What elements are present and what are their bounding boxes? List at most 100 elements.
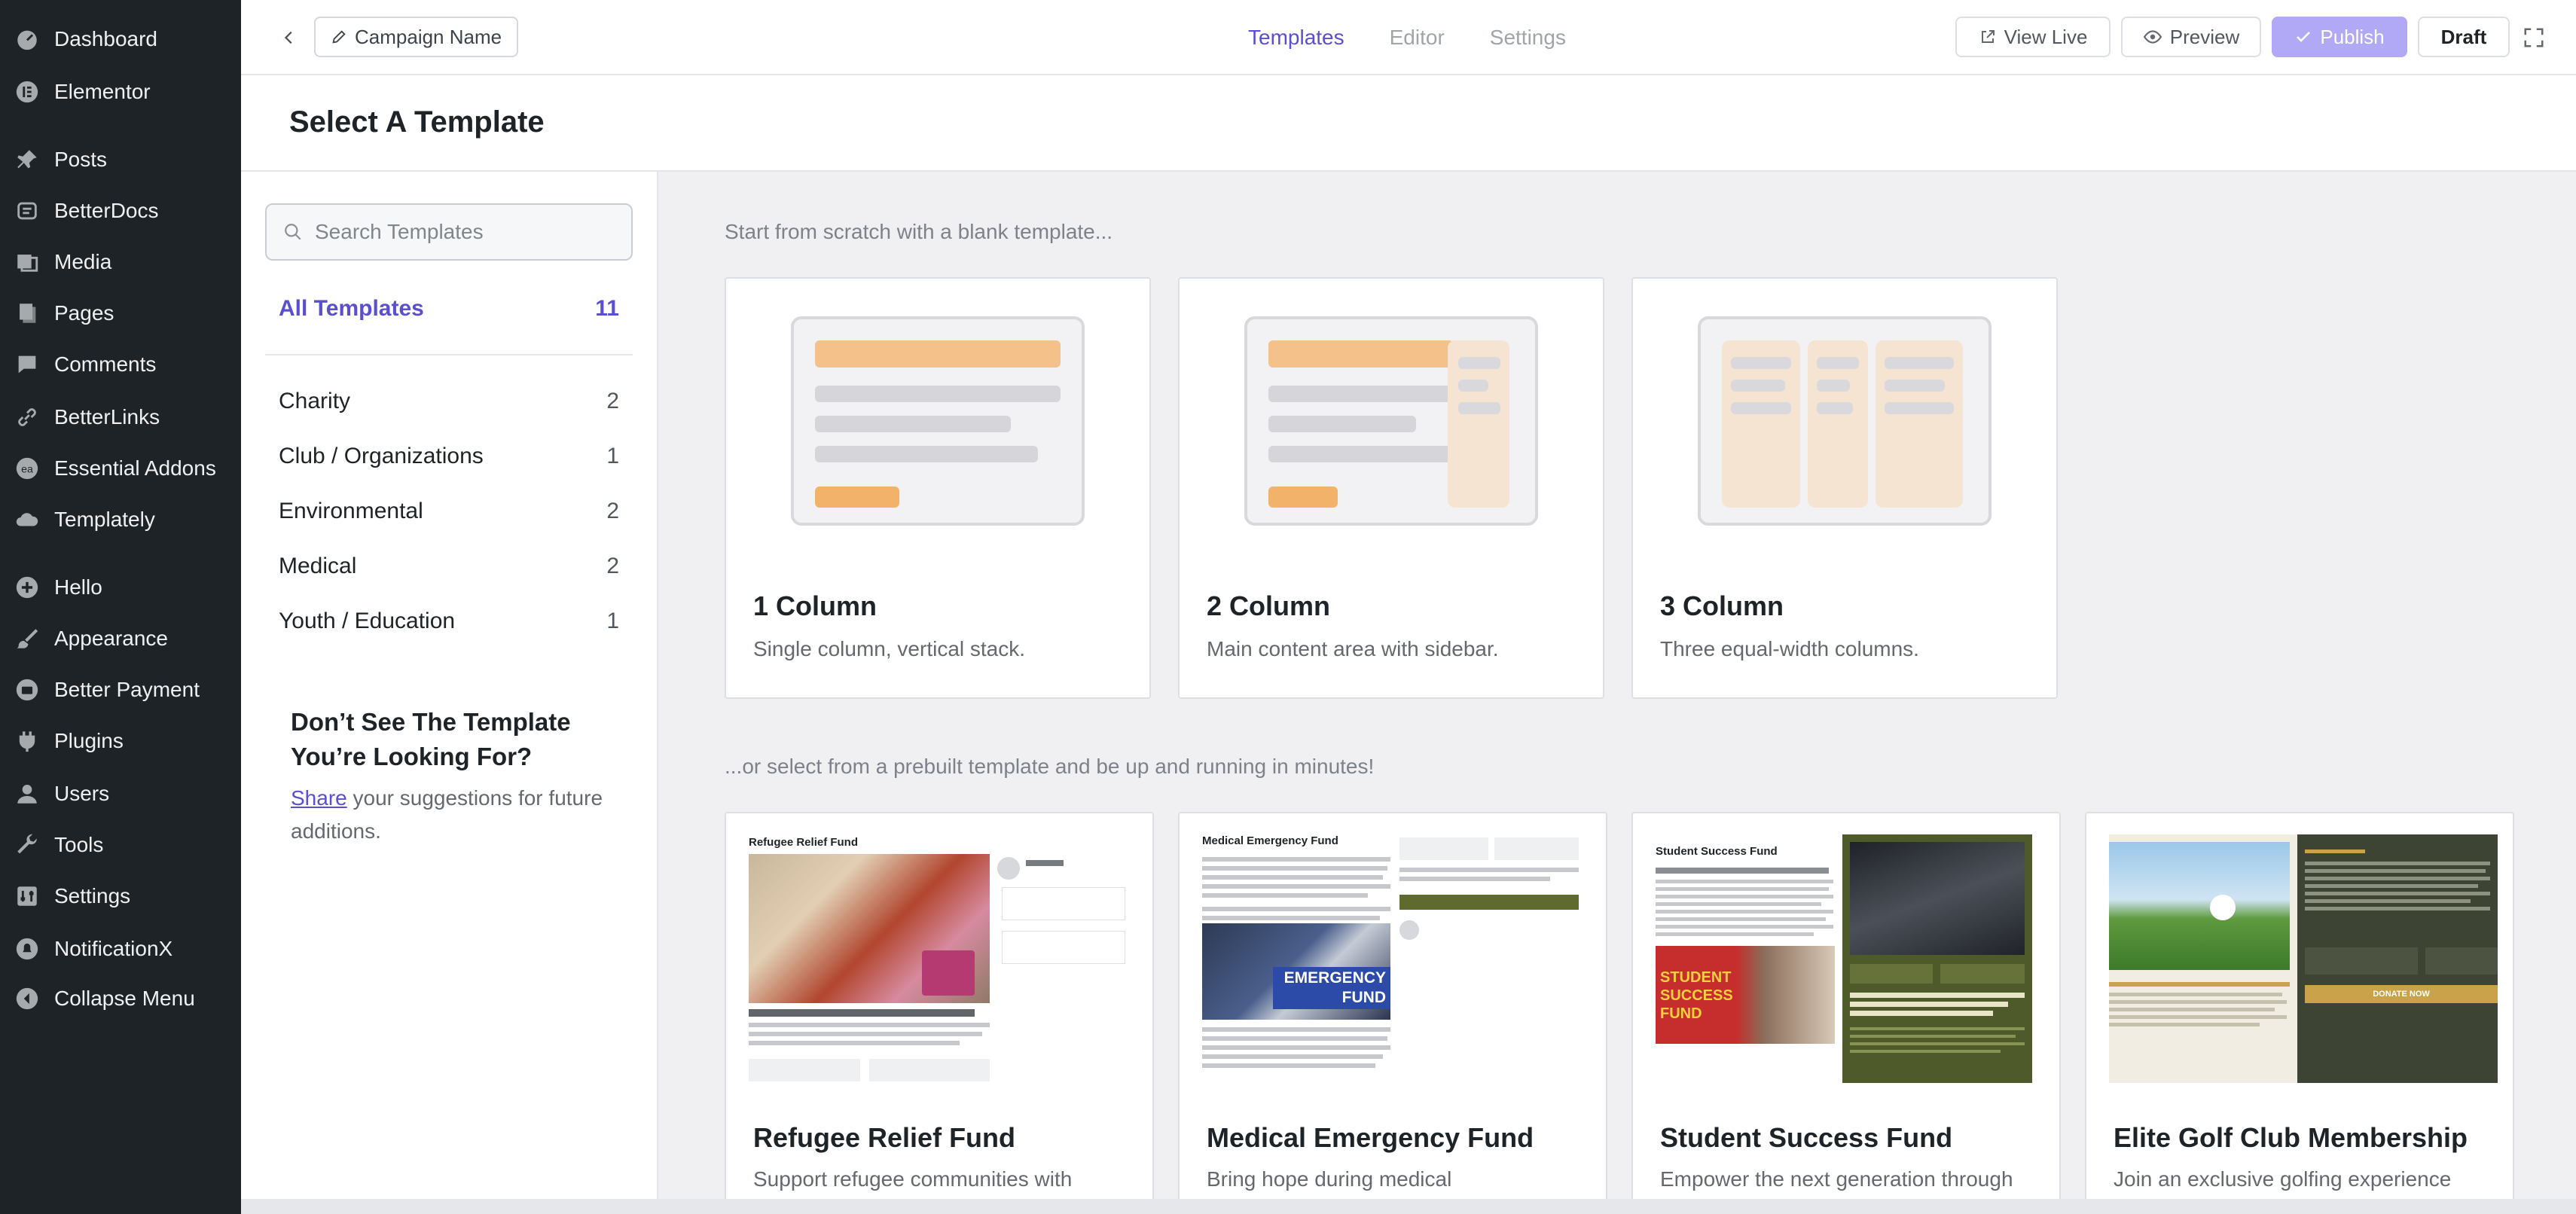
search-icon — [285, 224, 301, 240]
wp-menu-settings[interactable]: Settings — [0, 874, 241, 919]
wp-menu-comments[interactable]: Comments — [0, 342, 241, 387]
wp-menu-posts[interactable]: Posts — [0, 137, 241, 182]
tab-editor[interactable]: Editor — [1390, 26, 1445, 50]
wp-menu-elementor[interactable]: Elementor — [0, 69, 241, 114]
user-icon — [12, 781, 42, 807]
golf-side-panel: DONATE NOW — [2297, 834, 2498, 1083]
category-charity[interactable]: Charity 2 — [279, 389, 619, 414]
category-label: Youth / Education — [279, 609, 456, 633]
wallet-icon — [12, 677, 42, 703]
view-live-button[interactable]: View Live — [1955, 17, 2111, 57]
category-label: All Templates — [279, 296, 424, 321]
wp-menu-label: Templately — [54, 508, 155, 531]
wp-menu-media[interactable]: Media — [0, 239, 241, 285]
category-club-organizations[interactable]: Club / Organizations 1 — [279, 444, 619, 469]
one-column-layout-illustration — [791, 316, 1085, 526]
wp-menu-label: Users — [54, 782, 110, 805]
suggestion-heading: Don’t See The Template You’re Looking Fo… — [291, 708, 571, 770]
plug-icon — [12, 728, 42, 754]
back-button[interactable] — [271, 20, 307, 56]
campaign-name-label: Campaign Name — [355, 25, 502, 48]
wp-menu-templately[interactable]: Templately — [0, 497, 241, 542]
horizontal-scrollbar[interactable] — [241, 1199, 2576, 1214]
wp-menu-notificationx[interactable]: NotificationX — [0, 926, 241, 972]
category-label: Medical — [279, 554, 357, 578]
fullscreen-button[interactable] — [2517, 21, 2550, 54]
wp-menu-label: Comments — [54, 352, 157, 376]
link-icon — [12, 404, 42, 430]
wp-menu-better-payment[interactable]: Better Payment — [0, 667, 241, 712]
two-column-layout-illustration — [1244, 316, 1538, 526]
card-title: Student Success Fund — [1660, 1122, 1953, 1153]
layout-card-3-column[interactable]: 3 Column Three equal-width columns. — [1631, 277, 2058, 699]
category-count: 2 — [606, 389, 619, 413]
wp-admin-sidebar: Dashboard Elementor Posts BetterDocs Med… — [0, 0, 241, 1214]
page-title: Select A Template — [289, 105, 545, 139]
wp-menu-dashboard[interactable]: Dashboard — [0, 17, 241, 62]
wp-menu-users[interactable]: Users — [0, 771, 241, 816]
wp-menu-pages[interactable]: Pages — [0, 291, 241, 336]
category-environmental[interactable]: Environmental 2 — [279, 499, 619, 524]
template-card-refugee-relief-fund[interactable]: Refugee Relief Fund Refugee Relief Fund … — [725, 812, 1154, 1199]
wp-menu-plugins[interactable]: Plugins — [0, 718, 241, 764]
share-link[interactable]: Share — [291, 786, 347, 810]
wp-menu-label: Tools — [54, 833, 104, 856]
wp-menu-label: Pages — [54, 301, 114, 325]
template-card-elite-golf-club-membership[interactable]: DONATE NOW Elite Golf Club Membership Jo… — [2085, 812, 2514, 1199]
card-title: 1 Column — [753, 590, 877, 621]
wp-menu-label: BetterLinks — [54, 405, 160, 429]
wp-menu-hello[interactable]: Hello — [0, 565, 241, 610]
draft-button[interactable]: Draft — [2418, 17, 2510, 57]
wp-menu-label: Elementor — [54, 80, 151, 103]
ea-icon: ea — [12, 456, 42, 481]
wp-menu-label: Hello — [54, 575, 102, 599]
eye-icon — [2143, 30, 2162, 44]
template-card-student-success-fund[interactable]: Student Success Fund STUDENT SUCCESS FUN… — [1631, 812, 2061, 1199]
wp-menu-betterdocs[interactable]: BetterDocs — [0, 188, 241, 233]
category-youth-education[interactable]: Youth / Education 1 — [279, 609, 619, 634]
card-description: Bring hope during medical — [1207, 1167, 1452, 1191]
category-count: 1 — [606, 609, 619, 633]
tab-settings[interactable]: Settings — [1490, 26, 1566, 50]
category-all-templates[interactable]: All Templates 11 — [279, 296, 619, 322]
settings-icon — [12, 883, 42, 909]
wp-menu-label: Media — [54, 250, 112, 273]
publish-button[interactable]: Publish — [2272, 17, 2407, 57]
chevron-left-icon — [284, 31, 292, 44]
medical-photo: EMERGENCY FUND — [1202, 923, 1390, 1020]
template-thumbnail: Refugee Relief Fund — [749, 834, 1125, 1083]
tab-templates[interactable]: Templates — [1248, 26, 1344, 50]
card-title: Medical Emergency Fund — [1207, 1122, 1534, 1153]
thumb-badge: STUDENT SUCCESS FUND — [1660, 969, 1733, 1022]
campaign-topbar: Campaign Name Templates Editor Settings … — [241, 0, 2576, 75]
thumb-donate-button: DONATE NOW — [2305, 985, 2498, 1003]
wp-menu-essential-addons[interactable]: ea Essential Addons — [0, 446, 241, 491]
docs-icon — [12, 198, 42, 224]
wp-menu-betterlinks[interactable]: BetterLinks — [0, 395, 241, 440]
category-medical[interactable]: Medical 2 — [279, 554, 619, 579]
golf-photo — [2109, 842, 2290, 970]
layout-card-1-column[interactable]: 1 Column Single column, vertical stack. — [725, 277, 1151, 699]
layout-card-2-column[interactable]: 2 Column Main content area with sidebar. — [1178, 277, 1604, 699]
category-count: 1 — [606, 444, 619, 468]
wp-menu-label: Settings — [54, 884, 131, 907]
student-side-panel — [1842, 834, 2032, 1083]
wp-menu-tools[interactable]: Tools — [0, 822, 241, 868]
card-title: Elite Golf Club Membership — [2114, 1122, 2468, 1153]
card-description: Single column, vertical stack. — [753, 637, 1026, 660]
comment-icon — [12, 352, 42, 377]
wp-menu-collapse[interactable]: Collapse Menu — [0, 976, 241, 1021]
search-input[interactable] — [315, 220, 616, 244]
prebuilt-template-intro: ...or select from a prebuilt template an… — [725, 755, 1375, 778]
three-column-layout-illustration — [1698, 316, 1992, 526]
preview-button[interactable]: Preview — [2121, 17, 2261, 57]
thumb-heading: Student Success Fund — [1656, 845, 1778, 858]
wp-menu-label: BetterDocs — [54, 199, 159, 222]
template-thumbnail: Medical Emergency Fund EMERGENCY FUND — [1202, 834, 1579, 1083]
category-count: 2 — [606, 499, 619, 523]
wp-menu-appearance[interactable]: Appearance — [0, 616, 241, 661]
pages-icon — [12, 300, 42, 326]
category-label: Charity — [279, 389, 351, 413]
campaign-name-button[interactable]: Campaign Name — [314, 17, 519, 57]
template-card-medical-emergency-fund[interactable]: Medical Emergency Fund EMERGENCY FUND Me… — [1178, 812, 1607, 1199]
